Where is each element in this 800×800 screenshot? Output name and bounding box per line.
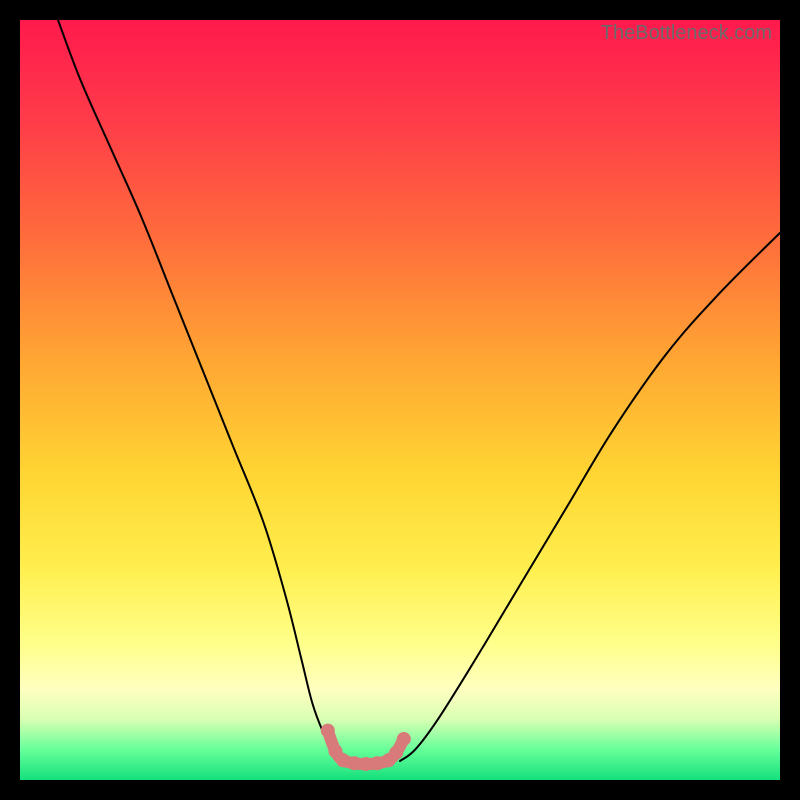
chart-frame: TheBottleneck.com — [0, 0, 800, 800]
curve-layer — [20, 20, 780, 780]
right-curve — [400, 233, 780, 761]
plot-area: TheBottleneck.com — [20, 20, 780, 780]
left-curve — [58, 20, 347, 761]
watermark: TheBottleneck.com — [601, 22, 772, 45]
